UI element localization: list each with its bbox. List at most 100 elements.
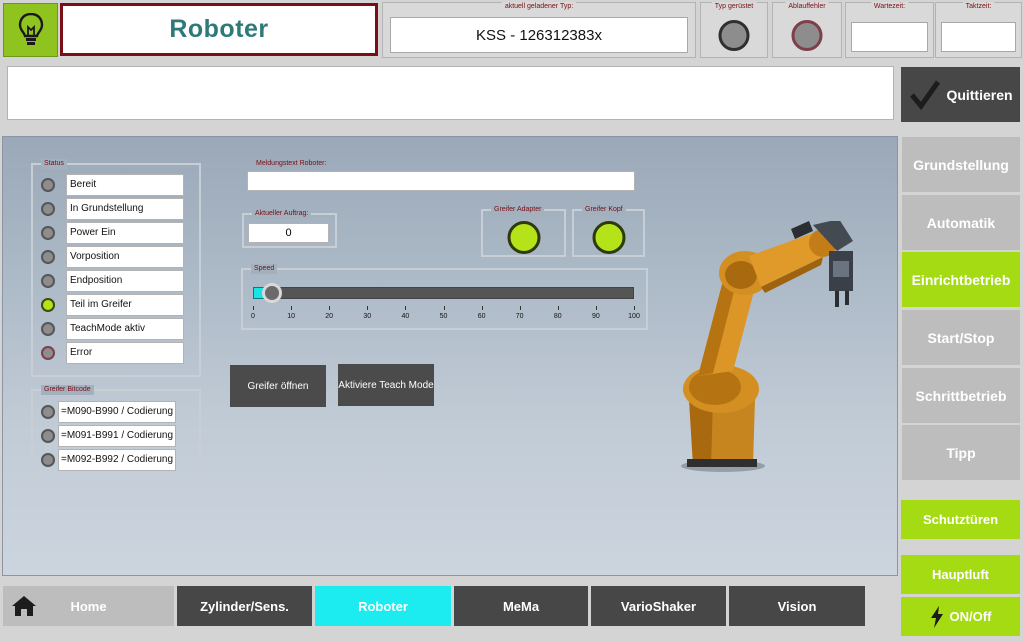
nav-mema[interactable]: MeMa	[454, 586, 588, 626]
teach-mode-button[interactable]: Aktiviere Teach Mode	[338, 364, 434, 406]
robot-arm-illustration	[681, 221, 853, 472]
speed-tick	[634, 306, 635, 310]
speed-tick	[443, 306, 445, 310]
greifer-bitcode-legend: Greifer Bitcode	[41, 385, 94, 395]
auftrag-group: Aktueller Auftrag: 0	[242, 209, 337, 248]
greifer-kopf-legend: Greifer Kopf	[582, 205, 626, 215]
loaded-type-label: aktuell geladener Typ:	[501, 2, 577, 11]
status-group: Status Bereit In Grundstellung Power Ein…	[31, 159, 201, 377]
taktzeit-field	[941, 22, 1016, 52]
status-row-bereit: Bereit	[41, 174, 184, 196]
typ-geruestet-group: Typ gerüstet	[700, 2, 768, 58]
nav-start-stop[interactable]: Start/Stop	[902, 310, 1020, 365]
speed-tick-label: 100	[628, 313, 640, 320]
status-row-teil-im-greifer: Teil im Greifer	[41, 294, 184, 316]
greifer-adapter-group: Greifer Adapter	[481, 205, 566, 257]
status-row-grundstellung: In Grundstellung	[41, 198, 184, 220]
nav-home-label: Home	[70, 598, 107, 614]
status-label: In Grundstellung	[66, 198, 184, 220]
status-label: Power Ein	[66, 222, 184, 244]
taktzeit-label: Taktzeit:	[962, 2, 995, 11]
bitcode-label: =M090-B990 / Codierung 1	[58, 401, 176, 423]
status-label: Teil im Greifer	[66, 294, 184, 316]
page-title-box: Roboter	[60, 3, 378, 56]
auftrag-field: 0	[248, 223, 329, 243]
speed-tick-label: 40	[401, 313, 410, 320]
speed-tick	[519, 306, 521, 310]
status-row-error: Error	[41, 342, 184, 364]
status-lamp	[41, 202, 55, 216]
bitcode-row: =M090-B990 / Codierung 1	[41, 401, 176, 423]
speed-tick-label: 60	[477, 313, 486, 320]
auftrag-legend: Aktueller Auftrag:	[252, 209, 312, 219]
wartezeit-group: Wartezeit:	[845, 2, 934, 58]
speed-tick	[481, 306, 483, 310]
status-label: Bereit	[66, 174, 184, 196]
ablauffehler-lamp	[791, 20, 823, 51]
status-lamp	[41, 178, 55, 192]
greifer-kopf-group: Greifer Kopf	[572, 205, 645, 257]
typ-geruestet-label: Typ gerüstet	[711, 2, 757, 11]
bitcode-lamp	[41, 405, 55, 419]
meldungstext-field	[247, 171, 635, 191]
status-label: Error	[66, 342, 184, 364]
speed-slider-track[interactable]	[253, 287, 634, 299]
status-row-power: Power Ein	[41, 222, 184, 244]
status-row-endposition: Endposition	[41, 270, 184, 292]
meldungstext-group: Meldungstext Roboter:	[243, 160, 637, 193]
hauptluft-button[interactable]: Hauptluft	[901, 555, 1020, 594]
speed-tick	[367, 306, 369, 310]
quittieren-button[interactable]: Quittieren	[901, 67, 1020, 122]
quittieren-label: Quittieren	[946, 86, 1013, 103]
status-label: Endposition	[66, 270, 184, 292]
nav-schrittbetrieb[interactable]: Schrittbetrieb	[902, 368, 1020, 423]
speed-tick	[557, 306, 559, 310]
nav-home[interactable]: Home	[3, 586, 174, 626]
loaded-type-group: aktuell geladener Typ: KSS - 126312383x	[382, 2, 696, 58]
speed-tick-label: 0	[251, 313, 255, 320]
on-off-label: ON/Off	[949, 609, 992, 624]
speed-tick	[291, 306, 293, 310]
speed-tick-label: 70	[515, 313, 524, 320]
schutztueren-button[interactable]: Schutztüren	[901, 500, 1020, 539]
speed-slider-thumb[interactable]	[262, 283, 283, 303]
main-panel: Status Bereit In Grundstellung Power Ein…	[2, 136, 898, 576]
nav-varioshaker[interactable]: VarioShaker	[591, 586, 726, 626]
home-icon	[12, 596, 36, 616]
status-label: Vorposition	[66, 246, 184, 268]
nav-vision[interactable]: Vision	[729, 586, 865, 626]
nav-grundstellung[interactable]: Grundstellung	[902, 137, 1020, 192]
lightbulb-icon	[18, 13, 43, 45]
nav-zylinder-sens[interactable]: Zylinder/Sens.	[177, 586, 312, 626]
ablauffehler-group: Ablauffehler	[772, 2, 842, 58]
wartezeit-field	[851, 22, 928, 52]
speed-tick	[329, 306, 331, 310]
lightning-icon	[930, 605, 943, 628]
speed-group: Speed 0 10 20 30 40 50 60 70 80 90 100	[241, 264, 648, 330]
loaded-type-field: KSS - 126312383x	[390, 17, 688, 53]
speed-tick-label: 20	[325, 313, 334, 320]
status-legend: Status	[41, 159, 67, 169]
greifer-adapter-lamp	[507, 221, 540, 254]
speed-tick-label: 80	[553, 313, 562, 320]
nav-tipp[interactable]: Tipp	[902, 425, 1020, 480]
on-off-button[interactable]: ON/Off	[901, 597, 1020, 636]
status-row-vorposition: Vorposition	[41, 246, 184, 268]
nav-einrichtbetrieb[interactable]: Einrichtbetrieb	[902, 252, 1020, 307]
status-lamp	[41, 250, 55, 264]
typ-geruestet-lamp	[718, 20, 750, 51]
greifer-bitcode-group: Greifer Bitcode =M090-B990 / Codierung 1…	[31, 385, 201, 487]
greifer-oeffnen-button[interactable]: Greifer öffnen	[230, 365, 326, 407]
lightbulb-button[interactable]	[3, 3, 58, 57]
speed-tick	[253, 306, 254, 310]
bitcode-label: =M091-B991 / Codierung 2	[58, 425, 176, 447]
meldungstext-legend: Meldungstext Roboter:	[256, 160, 327, 167]
status-lamp	[41, 298, 55, 312]
greifer-adapter-legend: Greifer Adapter	[491, 205, 545, 215]
bitcode-row: =M091-B991 / Codierung 2	[41, 425, 176, 447]
status-lamp	[41, 346, 55, 360]
speed-tick-label: 90	[591, 313, 600, 320]
nav-roboter[interactable]: Roboter	[315, 586, 451, 626]
speed-tick	[405, 306, 407, 310]
nav-automatik[interactable]: Automatik	[902, 195, 1020, 250]
